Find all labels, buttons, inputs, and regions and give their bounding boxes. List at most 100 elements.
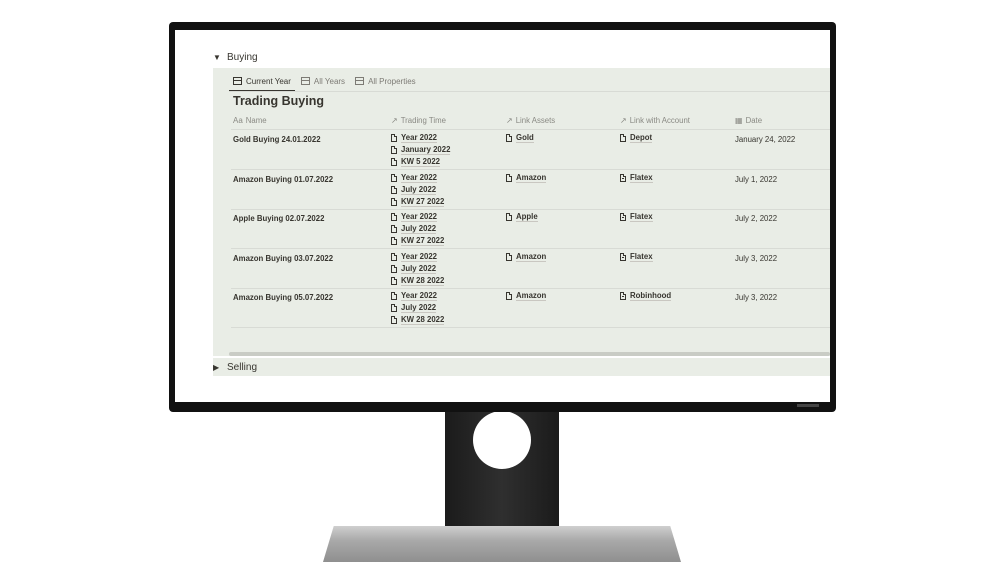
page-icon <box>506 173 512 182</box>
relation-link[interactable]: KW 28 2022 <box>391 314 445 326</box>
column-header-name[interactable]: Aa Name <box>233 116 267 125</box>
relation-link[interactable]: Year 2022 <box>391 211 444 223</box>
relation-arrow-icon: ↗ <box>391 116 398 125</box>
relation-label: Year 2022 <box>401 172 437 183</box>
page-icon <box>391 292 397 300</box>
tab-all-years[interactable]: All Years <box>297 72 349 90</box>
relation-label: KW 5 2022 <box>401 157 441 167</box>
row-name[interactable]: Amazon Buying 03.07.2022 <box>233 254 333 263</box>
tabs-divider <box>229 91 830 92</box>
link-assets-cell: Apple <box>506 211 538 223</box>
triangle-right-icon: ▶ <box>213 362 220 372</box>
relation-link[interactable]: Year 2022 <box>391 172 444 184</box>
relation-label: Amazon <box>516 172 547 183</box>
selling-toggle[interactable]: ▶ Selling <box>213 356 257 378</box>
trading-time-cell: Year 2022 July 2022 KW 27 2022 <box>391 172 445 208</box>
link-assets-cell: Amazon <box>506 251 547 263</box>
relation-link[interactable]: Year 2022 <box>391 290 444 302</box>
page-icon <box>391 304 397 312</box>
table-row[interactable]: Amazon Buying 05.07.2022 Year 2022 July 20… <box>231 288 830 328</box>
row-name[interactable]: Apple Buying 02.07.2022 <box>233 214 324 223</box>
database-title[interactable]: Trading Buying <box>233 94 324 108</box>
column-header-date[interactable]: ▦ Date <box>735 116 762 125</box>
column-header-link-assets[interactable]: ↗ Link Assets <box>506 116 555 125</box>
relation-label: July 2022 <box>401 303 437 313</box>
relation-link[interactable]: Amazon <box>506 290 547 302</box>
table-row[interactable]: Amazon Buying 03.07.2022 Year 2022 July 20… <box>231 249 830 289</box>
page-icon <box>391 134 397 142</box>
table-icon <box>300 77 310 85</box>
link-account-cell: Depot <box>620 132 653 144</box>
relation-label: Amazon <box>516 251 547 262</box>
table-row[interactable]: Gold Buying 24.01.2022 Year 2022 January 2… <box>231 130 830 170</box>
monitor-stand-base <box>323 526 681 562</box>
column-header-trading-time[interactable]: ↗ Trading Time <box>391 116 446 125</box>
tab-label: All Years <box>313 76 346 86</box>
relation-link[interactable]: Gold <box>506 132 534 144</box>
relation-link[interactable]: Year 2022 <box>391 251 444 263</box>
relation-link[interactable]: Apple <box>506 211 538 223</box>
page-icon <box>391 173 397 182</box>
relation-label: Flatex <box>630 172 653 183</box>
relation-link[interactable]: Flatex <box>620 211 653 223</box>
relation-link[interactable]: KW 27 2022 <box>391 235 445 247</box>
page-icon <box>391 197 397 206</box>
relation-link[interactable]: July 2022 <box>391 223 444 235</box>
page-icon <box>391 146 397 154</box>
document-icon <box>620 252 626 261</box>
relation-label: KW 27 2022 <box>401 196 445 207</box>
relation-link[interactable]: July 2022 <box>391 302 444 314</box>
horizontal-scrollbar[interactable] <box>229 352 830 356</box>
relation-link[interactable]: Amazon <box>506 172 547 184</box>
link-account-cell: Flatex <box>620 211 653 223</box>
tab-current-year[interactable]: Current Year <box>229 72 295 92</box>
table-row[interactable]: Apple Buying 02.07.2022 Year 2022 July 202… <box>231 209 830 249</box>
relation-label: July 2022 <box>401 263 437 274</box>
relation-label: July 2022 <box>401 184 437 195</box>
relation-label: Flatex <box>630 212 653 222</box>
relation-link[interactable]: Year 2022 <box>391 132 450 144</box>
relation-link[interactable]: KW 27 2022 <box>391 196 445 208</box>
column-header-link-account[interactable]: ↗ Link with Account <box>620 116 690 125</box>
buying-label: Buying <box>227 51 258 63</box>
date-cell: July 3, 2022 <box>735 253 778 263</box>
relation-link[interactable]: KW 28 2022 <box>391 275 445 287</box>
relation-link[interactable]: Amazon <box>506 251 547 263</box>
text-property-icon: Aa <box>233 116 243 125</box>
relation-link[interactable]: Depot <box>620 132 653 144</box>
relation-label: January 2022 <box>401 145 451 155</box>
calendar-icon: ▦ <box>735 116 743 125</box>
relation-label: Depot <box>630 133 653 143</box>
view-tabs: Current Year All Years All Properties <box>229 72 420 92</box>
buying-toggle[interactable]: ▼ Buying <box>213 46 258 68</box>
page-icon <box>391 185 397 194</box>
relation-link[interactable]: July 2022 <box>391 263 444 275</box>
selling-label: Selling <box>227 361 258 373</box>
relation-link[interactable]: KW 5 2022 <box>391 156 450 168</box>
table-row[interactable]: Amazon Buying 01.07.2022 Year 2022 July 20… <box>231 170 830 210</box>
tab-all-properties[interactable]: All Properties <box>351 72 420 90</box>
row-name[interactable]: Gold Buying 24.01.2022 <box>233 135 321 144</box>
relation-label: Year 2022 <box>401 251 437 262</box>
page-icon <box>391 264 397 273</box>
row-name[interactable]: Amazon Buying 05.07.2022 <box>233 293 333 302</box>
relation-label: Year 2022 <box>401 212 437 222</box>
date-cell: July 2, 2022 <box>735 214 778 223</box>
link-account-cell: Robinhood <box>620 290 672 302</box>
relation-link[interactable]: July 2022 <box>391 184 444 196</box>
stand-cable-hole <box>473 411 531 469</box>
relation-link[interactable]: Flatex <box>620 172 653 184</box>
relation-link[interactable]: January 2022 <box>391 144 451 156</box>
relation-link[interactable]: Flatex <box>620 251 653 263</box>
relation-link[interactable]: Robinhood <box>620 290 672 302</box>
relation-label: KW 27 2022 <box>401 236 445 246</box>
page-icon <box>506 252 512 261</box>
relation-label: Robinhood <box>630 291 672 301</box>
row-name[interactable]: Amazon Buying 01.07.2022 <box>233 175 333 184</box>
link-account-cell: Flatex <box>620 251 653 263</box>
link-assets-cell: Gold <box>506 132 534 144</box>
date-cell: January 24, 2022 <box>735 135 796 144</box>
relation-label: Amazon <box>516 291 547 301</box>
monitor-logo <box>797 404 819 407</box>
database-panel: Current Year All Years All Properties Tr… <box>213 68 830 356</box>
